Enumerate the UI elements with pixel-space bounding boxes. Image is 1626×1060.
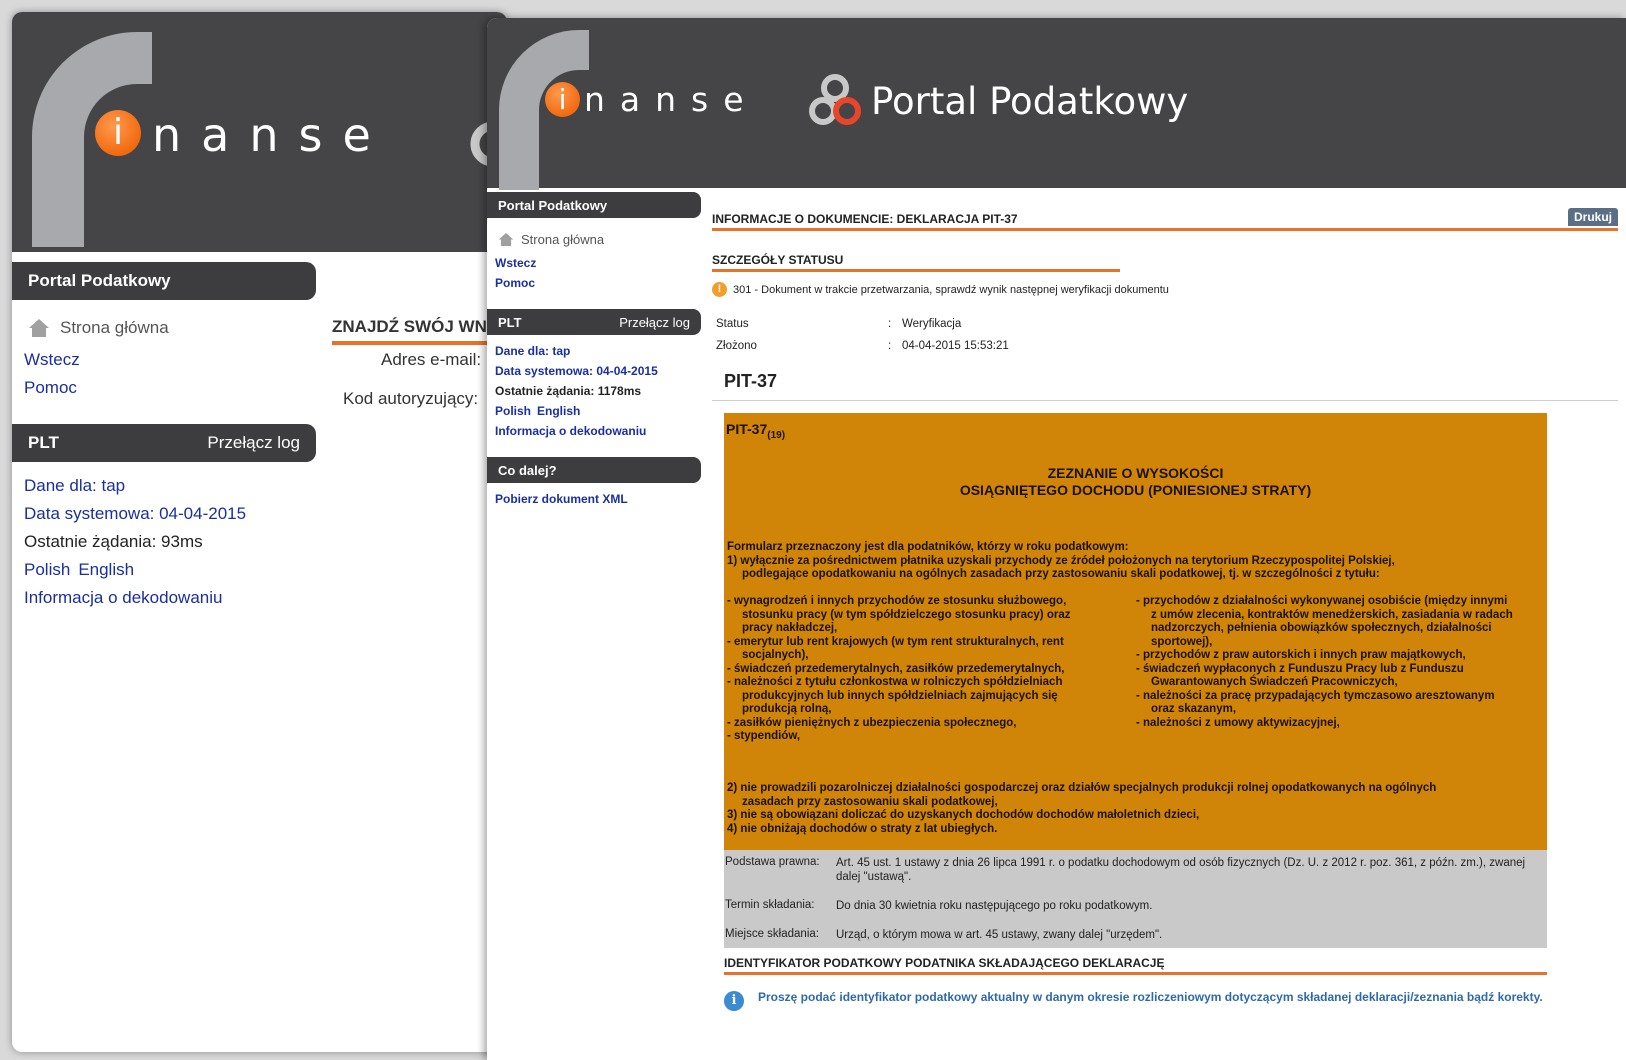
income-item-continuation: socjalnych), bbox=[742, 649, 809, 661]
submitted-row: Złożono : 04-04-2015 15:53:21 bbox=[716, 340, 1009, 352]
lang-english-link[interactable]: English bbox=[78, 560, 134, 580]
toggle-log-button[interactable]: Przełącz log bbox=[619, 315, 690, 330]
system-date-link[interactable]: Data systemowa: 04-04-2015 bbox=[12, 500, 316, 528]
data-for-link[interactable]: Dane dla: tap bbox=[12, 472, 316, 500]
last-request-text: Ostatnie żądania: 93ms bbox=[24, 532, 203, 551]
auth-code-label: Kod autoryzujący: bbox=[343, 389, 479, 408]
logo-text: nanse bbox=[152, 108, 391, 162]
sidebar-home[interactable]: Strona główna bbox=[487, 218, 701, 253]
identifier-info-message: i Proszę podać identyfikator podatkowy a… bbox=[724, 991, 1547, 1011]
sidebar-home[interactable]: Strona główna bbox=[12, 300, 316, 346]
system-date-link[interactable]: Data systemowa: 04-04-2015 bbox=[487, 361, 701, 381]
next-steps-header: Co dalej? bbox=[487, 457, 701, 483]
logo-text: nanse bbox=[584, 80, 759, 119]
income-item: - wynagrodzeń i innych przychodów ze sto… bbox=[727, 595, 1067, 607]
home-icon bbox=[29, 319, 49, 337]
plt-header: PLT Przełącz log bbox=[487, 309, 701, 335]
deadline-row: Termin składania: Do dnia 30 kwietnia ro… bbox=[725, 899, 1153, 912]
lang-english-link[interactable]: English bbox=[537, 404, 580, 418]
status-details-title: SZCZEGÓŁY STATUSU bbox=[712, 253, 1120, 272]
last-request-text: Ostatnie żądania: 1178ms bbox=[495, 384, 642, 398]
income-item: - przychodów z działalności wykonywanej … bbox=[1136, 595, 1508, 607]
income-item: - świadczeń przedemerytalnych, zasiłków … bbox=[727, 662, 1065, 675]
income-item: - należności z umowy aktywizacyjnej, bbox=[1136, 716, 1340, 729]
decoding-info-link[interactable]: Informacja o dekodowaniu bbox=[487, 421, 701, 441]
home-icon bbox=[498, 232, 514, 247]
sidebar-header: Portal Podatkowy bbox=[12, 262, 316, 300]
status-value: Weryfikacja bbox=[902, 318, 962, 330]
language-switch: Polish English bbox=[487, 401, 701, 421]
form-heading: ZEZNANIE O WYSOKOŚCI OSIĄGNIĘTEGO DOCHOD… bbox=[959, 465, 1312, 498]
sidebar-header: Portal Podatkowy bbox=[487, 192, 701, 218]
place-row: Miejsce składania: Urząd, o którym mowa … bbox=[725, 928, 1163, 941]
status-row: Status : Weryfikacja bbox=[716, 318, 962, 330]
document-info-header: INFORMACJE O DOKUMENCIE: DEKLARACJA PIT-… bbox=[712, 208, 1618, 231]
sidebar: Portal Podatkowy Strona główna Wstecz Po… bbox=[487, 192, 701, 509]
document-info-title: INFORMACJE O DOKUMENCIE: DEKLARACJA PIT-… bbox=[712, 212, 1018, 226]
income-item-continuation: stosunku pracy (w tym spółdzielczego sto… bbox=[742, 608, 1071, 621]
header-banner: i nanse Portal Podatkowy bbox=[487, 18, 1626, 190]
income-item: - emerytur lub rent krajowych (w tym ren… bbox=[727, 635, 1064, 648]
income-item-continuation: produkcyjnych lub innych spółdzielniach … bbox=[742, 689, 1058, 702]
income-item-continuation: pracy nakładczej, bbox=[742, 622, 838, 634]
income-item-continuation: z umów zlecenia, kontraktów menedżerskic… bbox=[1151, 608, 1513, 621]
legal-basis-row: Podstawa prawna: Art. 45 ust. 1 ustawy z… bbox=[725, 856, 1526, 883]
info-icon: i bbox=[724, 991, 744, 1011]
status-message: ! 301 - Dokument w trakcie przetwarzania… bbox=[712, 282, 1618, 297]
logo-i-circle: i bbox=[545, 82, 580, 117]
income-item: - należności z tytułu członkostwa w roln… bbox=[727, 676, 1063, 688]
portal-logo-icon bbox=[809, 74, 861, 125]
logo-i-circle: i bbox=[95, 110, 141, 156]
download-xml-link[interactable]: Pobierz dokument XML bbox=[487, 489, 701, 509]
form-code: PIT-37(19) bbox=[726, 421, 786, 441]
help-link[interactable]: Pomoc bbox=[12, 374, 316, 402]
foreground-window: i nanse Portal Podatkowy Portal Podatkow… bbox=[487, 18, 1626, 1060]
portal-title: Portal Podatkowy bbox=[871, 80, 1189, 123]
lang-polish-link[interactable]: Polish bbox=[24, 560, 70, 580]
email-label: Adres e-mail: bbox=[381, 350, 482, 369]
income-item: - zasiłków pieniężnych z ubezpieczenia s… bbox=[727, 716, 1017, 729]
income-item: - stypendiów, bbox=[727, 730, 801, 742]
back-link[interactable]: Wstecz bbox=[12, 346, 316, 374]
lang-polish-link[interactable]: Polish bbox=[495, 404, 531, 418]
plt-header: PLT Przełącz log bbox=[12, 424, 316, 462]
toggle-log-button[interactable]: Przełącz log bbox=[207, 433, 300, 453]
income-item-continuation: nadzorczych, pełnienia obowiązków społec… bbox=[1151, 622, 1492, 634]
form-intro: Formularz przeznaczony jest dla podatnik… bbox=[727, 541, 1395, 580]
form-title: PIT-37 bbox=[712, 371, 1618, 401]
main-content: INFORMACJE O DOKUMENCIE: DEKLARACJA PIT-… bbox=[712, 208, 1618, 1011]
form-conditions: 2) nie prowadzili pozarolniczej działaln… bbox=[727, 782, 1437, 835]
submitted-value: 04-04-2015 15:53:21 bbox=[902, 340, 1009, 352]
status-fields: Status : Weryfikacja Złożono : 04-04-201… bbox=[712, 313, 1618, 357]
legal-info-box: Podstawa prawna: Art. 45 ust. 1 ustawy z… bbox=[724, 850, 1547, 948]
income-list-left: - wynagrodzeń i innych przychodów ze sto… bbox=[727, 595, 1127, 744]
data-for-link[interactable]: Dane dla: tap bbox=[487, 341, 701, 361]
back-sidebar: Portal Podatkowy Strona główna Wstecz Po… bbox=[12, 262, 316, 612]
decoding-info-link[interactable]: Informacja o dekodowaniu bbox=[12, 584, 316, 612]
print-button[interactable]: Drukuj bbox=[1567, 208, 1618, 226]
income-item: - świadczeń wypłaconych z Funduszu Pracy… bbox=[1136, 662, 1464, 675]
income-item-continuation: produkcją rolną, bbox=[742, 703, 832, 715]
income-item-continuation: oraz skazanym, bbox=[1151, 703, 1237, 715]
header-banner: i nanse bbox=[12, 12, 507, 252]
warning-icon: ! bbox=[712, 282, 727, 297]
background-window: i nanse Portal Podatkowy Strona główna W… bbox=[12, 12, 507, 1052]
income-item: - przychodów z praw autorskich i innych … bbox=[1136, 649, 1466, 661]
taxpayer-identifier-title: IDENTYFIKATOR PODATKOWY PODATNIKA SKŁADA… bbox=[724, 956, 1547, 975]
income-item-continuation: sportowej), bbox=[1151, 635, 1213, 648]
back-link[interactable]: Wstecz bbox=[487, 253, 701, 273]
income-item-continuation: Gwarantowanych Świadczeń Pracowniczych, bbox=[1151, 676, 1398, 688]
help-link[interactable]: Pomoc bbox=[487, 273, 701, 293]
form-header-box: PIT-37(19) ZEZNANIE O WYSOKOŚCI OSIĄGNIĘ… bbox=[724, 413, 1547, 850]
find-application-title: ZNAJDŹ SWÓJ WNIOSEK bbox=[332, 317, 507, 345]
income-item: - należności za pracę przypadających tym… bbox=[1136, 689, 1495, 702]
income-list-right: - przychodów z działalności wykonywanej … bbox=[1136, 595, 1546, 730]
